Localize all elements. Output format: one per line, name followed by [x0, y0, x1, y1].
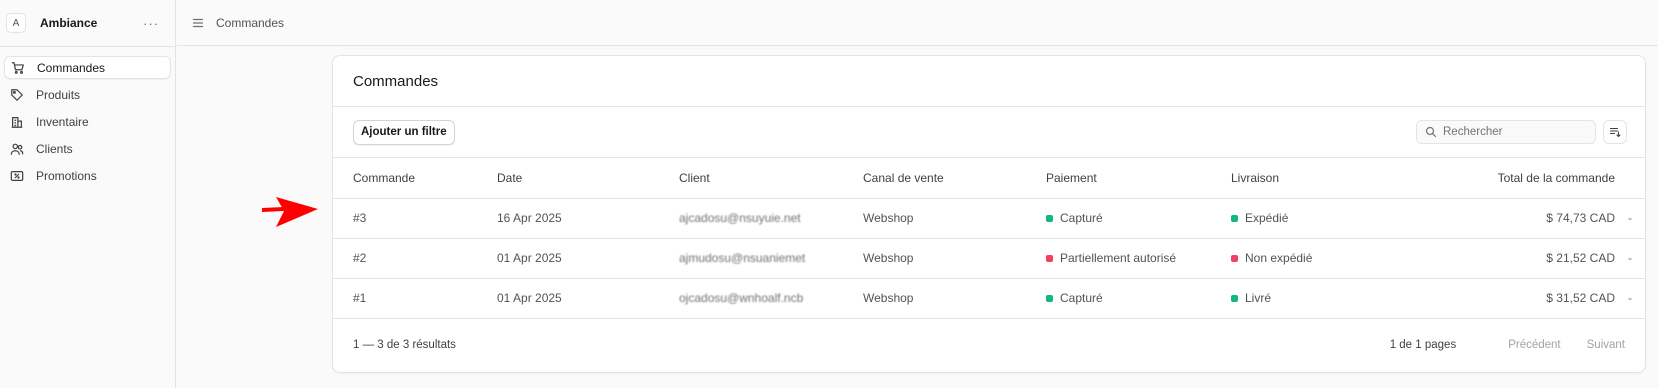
sidebar-item-label: Inventaire [36, 114, 89, 129]
column-header[interactable]: Client [679, 158, 863, 199]
users-icon [10, 142, 24, 156]
delivery-status: Livré [1231, 278, 1376, 319]
order-date: 01 Apr 2025 [497, 278, 679, 319]
sidebar-item-clients[interactable]: Clients [4, 137, 171, 160]
sidebar-nav: Commandes Produits Inventaire Clients Pr… [0, 47, 175, 187]
order-total: $ 74,73 CAD [1376, 198, 1615, 239]
tag-icon [10, 88, 24, 102]
sidebar-item-inventaire[interactable]: Inventaire [4, 110, 171, 133]
sidebar-item-commandes[interactable]: Commandes [4, 56, 171, 79]
table-row[interactable]: #2 01 Apr 2025 ajmudosu@nsuaniemet Websh… [333, 238, 1645, 279]
sidebar-item-label: Produits [36, 87, 81, 102]
column-header[interactable]: Paiement [1046, 158, 1231, 199]
column-header[interactable]: Commande [333, 158, 497, 199]
delivery-status: Non expédié [1231, 238, 1376, 279]
sidebar-item-label: Promotions [36, 168, 97, 183]
payment-status: Capturé [1046, 278, 1231, 319]
column-header[interactable]: Date [497, 158, 679, 199]
store-switcher[interactable]: A Ambiance ··· [0, 0, 175, 46]
payment-status: Capturé [1046, 198, 1231, 239]
annotation-arrow-icon [262, 197, 318, 227]
orders-card: Commandes Ajouter un filtre Commande Dat… [332, 55, 1646, 373]
store-name: Ambiance [40, 16, 98, 30]
previous-page-button[interactable]: Précédent [1508, 339, 1560, 351]
order-id: #1 [333, 278, 497, 319]
order-channel: Webshop [863, 238, 1046, 279]
page-indicator: 1 de 1 pages [1389, 338, 1457, 351]
row-actions-button[interactable]: - [1615, 238, 1645, 279]
status-dot [1046, 295, 1053, 303]
row-actions-button[interactable]: - [1615, 198, 1645, 239]
orders-table: Commande Date Client Canal de vente Paie… [333, 158, 1645, 319]
cart-icon [11, 61, 25, 75]
search-box[interactable] [1416, 120, 1596, 144]
sidebar-item-promotions[interactable]: Promotions [4, 164, 171, 187]
column-header[interactable]: Livraison [1231, 158, 1376, 199]
sidebar-item-produits[interactable]: Produits [4, 83, 171, 106]
orders-toolbar: Ajouter un filtre [333, 107, 1645, 158]
order-channel: Webshop [863, 278, 1046, 319]
status-dot [1046, 255, 1053, 263]
table-row[interactable]: #1 01 Apr 2025 ojcadosu@wnhoalf.ncb Webs… [333, 278, 1645, 319]
column-header[interactable]: Total de la commande [1376, 158, 1615, 199]
column-header-actions [1615, 158, 1645, 199]
status-dot [1231, 255, 1238, 263]
order-total: $ 21,52 CAD [1376, 238, 1615, 279]
row-actions-button[interactable]: - [1615, 278, 1645, 319]
page-title: Commandes [333, 56, 1645, 107]
status-dot [1231, 295, 1238, 303]
next-page-button[interactable]: Suivant [1587, 339, 1625, 351]
order-date: 16 Apr 2025 [497, 198, 679, 239]
search-input[interactable] [1443, 126, 1583, 138]
sidebar: A Ambiance ··· Commandes Produits Invent… [0, 0, 176, 388]
sort-button[interactable] [1603, 120, 1627, 144]
order-client: ajmudosu@nsuaniemet [679, 251, 806, 265]
table-row[interactable]: #3 16 Apr 2025 ajcadosu@nsuyuie.net Webs… [333, 198, 1645, 239]
order-id: #3 [333, 198, 497, 239]
sort-icon [1609, 127, 1621, 138]
payment-status: Partiellement autorisé [1046, 238, 1231, 279]
more-options-icon[interactable]: ··· [143, 16, 167, 31]
add-filter-button[interactable]: Ajouter un filtre [353, 119, 455, 145]
order-channel: Webshop [863, 198, 1046, 239]
search-icon [1425, 126, 1437, 138]
order-client: ojcadosu@wnhoalf.ncb [679, 291, 804, 305]
status-dot [1046, 215, 1053, 223]
topbar: Commandes [177, 0, 1658, 46]
breadcrumb[interactable]: Commandes [216, 16, 284, 30]
delivery-status: Expédié [1231, 198, 1376, 239]
order-client: ajcadosu@nsuyuie.net [679, 211, 801, 225]
store-avatar: A [6, 13, 26, 33]
table-header-row: Commande Date Client Canal de vente Paie… [333, 158, 1645, 199]
order-id: #2 [333, 238, 497, 279]
results-count: 1 — 3 de 3 résultats [353, 338, 456, 351]
status-dot [1231, 215, 1238, 223]
building-icon [10, 115, 24, 129]
sidebar-item-label: Commandes [37, 60, 106, 75]
order-date: 01 Apr 2025 [497, 238, 679, 279]
sidebar-item-label: Clients [36, 141, 73, 156]
sidebar-toggle-icon[interactable] [192, 17, 204, 29]
pagination-bar: 1 — 3 de 3 résultats 1 de 1 pages Précéd… [333, 319, 1645, 371]
column-header[interactable]: Canal de vente [863, 158, 1046, 199]
order-total: $ 31,52 CAD [1376, 278, 1615, 319]
receipt-percent-icon [10, 169, 24, 183]
